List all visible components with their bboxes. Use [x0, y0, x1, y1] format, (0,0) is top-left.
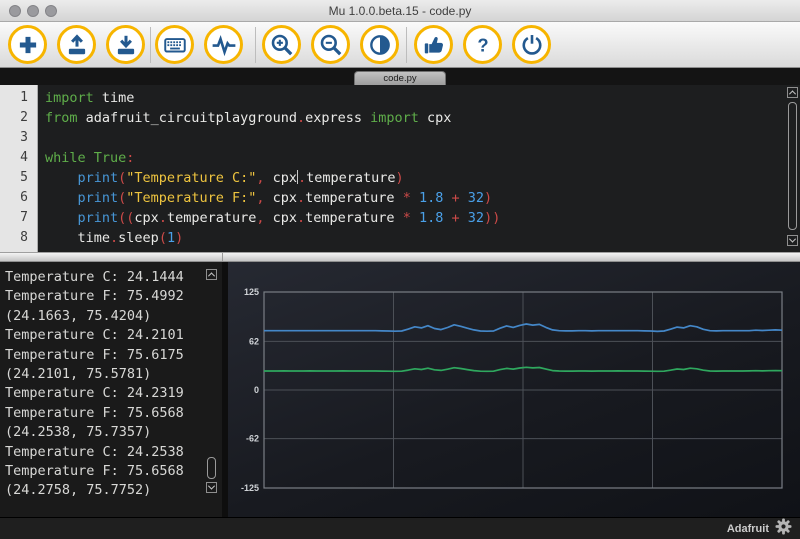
toolbar-separator: [255, 27, 256, 63]
serial-button[interactable]: [155, 25, 194, 64]
bottom-panels: Temperature C: 24.1444Temperature F: 75.…: [0, 262, 800, 517]
thumbs-up-icon: [421, 32, 447, 58]
load-button[interactable]: [57, 25, 96, 64]
plotter-panel: 125 62 0 -62 -125: [228, 262, 800, 517]
new-button[interactable]: [8, 25, 47, 64]
magnifier-plus-icon: [269, 32, 295, 58]
check-button[interactable]: [414, 25, 453, 64]
gear-icon[interactable]: [775, 518, 792, 539]
temperature-plot: 125 62 0 -62 -125: [228, 262, 800, 517]
scroll-up-button[interactable]: [787, 87, 798, 98]
window-title: Mu 1.0.0.beta.15 - code.py: [0, 4, 800, 18]
titlebar: Mu 1.0.0.beta.15 - code.py: [0, 0, 800, 22]
scrollbar-thumb[interactable]: [788, 102, 797, 230]
upload-arrow-icon: [64, 32, 90, 58]
horizontal-splitter[interactable]: [0, 252, 800, 262]
svg-text:62: 62: [249, 336, 259, 346]
plotter-button[interactable]: [204, 25, 243, 64]
contrast-icon: [367, 32, 393, 58]
waveform-icon: [211, 32, 237, 58]
power-icon: [519, 32, 545, 58]
toolbar-separator: [406, 27, 407, 63]
editor-scrollbar: [786, 87, 798, 250]
status-bar: Adafruit: [0, 517, 800, 539]
help-button[interactable]: ?: [463, 25, 502, 64]
minimize-button[interactable]: [27, 5, 39, 17]
console-scroll-up-button[interactable]: [206, 269, 217, 280]
plus-icon: [15, 32, 41, 58]
svg-text:?: ?: [477, 34, 488, 55]
svg-text:0: 0: [254, 385, 259, 395]
line-number-gutter: 12345678: [0, 85, 38, 252]
tab-bar: code.py: [0, 68, 800, 85]
close-button[interactable]: [9, 5, 21, 17]
svg-text:125: 125: [244, 287, 259, 297]
console-scrollbar-thumb[interactable]: [207, 457, 216, 479]
serial-console[interactable]: Temperature C: 24.1444Temperature F: 75.…: [0, 262, 222, 517]
scroll-down-button[interactable]: [787, 235, 798, 246]
mode-label: Adafruit: [727, 523, 769, 535]
toolbar: ?: [0, 22, 800, 68]
download-arrow-icon: [113, 32, 139, 58]
console-scroll-down-button[interactable]: [206, 482, 217, 493]
tab-code-py[interactable]: code.py: [354, 71, 446, 85]
question-icon: ?: [470, 32, 496, 58]
toolbar-separator: [150, 27, 151, 63]
zoom-out-button[interactable]: [311, 25, 350, 64]
zoom-in-button[interactable]: [262, 25, 301, 64]
save-button[interactable]: [106, 25, 145, 64]
traffic-lights: [9, 5, 57, 17]
theme-button[interactable]: [360, 25, 399, 64]
code-lines[interactable]: import timefrom adafruit_circuitplaygrou…: [38, 85, 800, 252]
zoom-window-button[interactable]: [45, 5, 57, 17]
svg-text:-125: -125: [241, 483, 259, 493]
quit-button[interactable]: [512, 25, 551, 64]
code-editor[interactable]: 12345678 import timefrom adafruit_circui…: [0, 85, 800, 252]
svg-text:-62: -62: [246, 434, 259, 444]
splitter-seam: [222, 253, 223, 261]
magnifier-minus-icon: [318, 32, 344, 58]
keyboard-icon: [162, 32, 188, 58]
